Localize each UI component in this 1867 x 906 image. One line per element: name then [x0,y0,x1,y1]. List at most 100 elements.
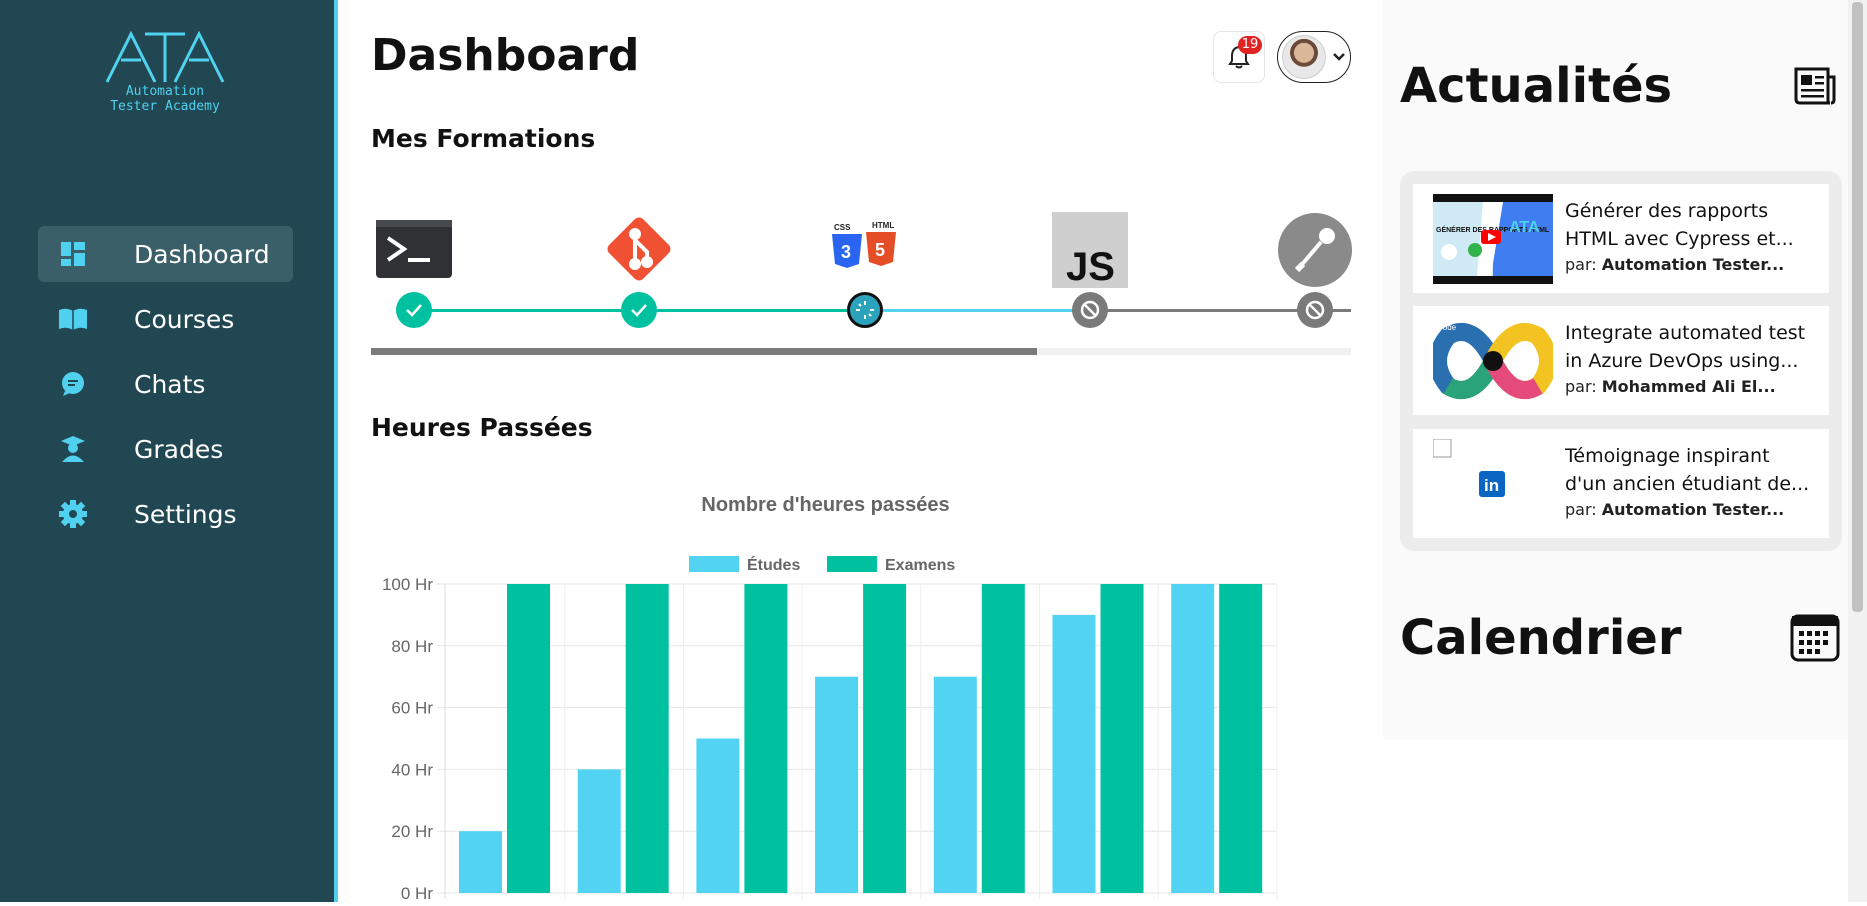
logo-line-2: Tester Academy [110,99,220,114]
hours-title: Heures Passées [371,413,593,442]
devops-loop-thumbnail: Code [1433,316,1553,406]
news-by-label: par: [1565,255,1597,274]
course-javascript[interactable]: JS [1052,212,1132,292]
blocked-icon [1080,300,1100,320]
news-title: Actualités [1400,58,1673,114]
bar-etudes [1052,614,1096,893]
chat-icon [58,369,88,399]
bar-etudes [696,738,740,893]
track-line-in-progress [865,309,1090,312]
news-item[interactable]: in Témoignage inspirant d'un ancien étud… [1413,429,1829,538]
page-title: Dashboard [371,30,640,81]
course-status-locked [1297,292,1333,328]
svg-text:3: 3 [841,242,851,262]
news-item-author: par: Automation Tester... [1565,500,1815,519]
legend-swatch [827,556,877,572]
news-item-title: Témoignage inspirant d'un ancien étudian… [1565,445,1810,495]
logo[interactable]: Automation Tester Academy [95,30,235,114]
bar-examens [507,584,550,893]
video-thumbnail: GÉNÉRER DES RAPPORTS HTML ATA [1433,194,1553,284]
thumb-text: Code [1437,323,1457,332]
sidebar-item-grades[interactable]: Grades [38,421,293,477]
news-author-name: Automation Tester... [1601,500,1785,519]
sidebar-item-label: Courses [134,304,235,334]
svg-text:CSS: CSS [834,223,851,232]
news-item-title: Générer des rapports HTML avec Cypress e… [1565,200,1794,250]
profile-menu-button[interactable] [1277,31,1351,83]
course-terminal[interactable] [376,220,456,300]
postman-icon [1278,213,1352,287]
sidebar-item-dashboard[interactable]: Dashboard [38,226,293,282]
notifications-button[interactable]: 19 [1213,31,1265,83]
bar-examens [744,584,788,893]
track-line-completed [639,309,865,312]
news-author-name: Mohammed Ali El... [1601,377,1776,396]
formations-title: Mes Formations [371,124,596,153]
page-scrollbar[interactable] [1848,0,1867,902]
sidebar-accent-bar [334,0,338,902]
formations-track: CSS HTML 3 5 JS [371,206,1352,356]
check-icon [406,304,422,317]
news-by-label: par: [1565,500,1597,519]
sidebar-item-label: Chats [134,369,206,399]
bar-etudes [815,676,859,893]
sidebar-nav: Dashboard Courses Chats Grades Settings [38,226,293,551]
y-tick-label: 0 Hr [401,884,433,902]
newspaper-icon[interactable] [1794,67,1836,105]
bar-examens [1100,584,1144,893]
course-status-locked [1072,292,1108,328]
sidebar: Automation Tester Academy Dashboard Cour… [0,0,334,902]
course-css-html[interactable]: CSS HTML 3 5 [828,220,908,300]
svg-text:5: 5 [875,240,885,260]
course-postman[interactable] [1277,212,1357,292]
legend-label: Examens [885,557,955,574]
thumb-text: in [1484,476,1499,495]
bar-etudes [1171,584,1215,893]
course-git[interactable] [602,212,682,292]
terminal-icon [376,220,452,278]
javascript-icon: JS [1052,212,1128,289]
course-status-completed [396,292,432,328]
git-icon [607,217,671,281]
y-tick-label: 40 Hr [391,760,433,779]
calendar-icon[interactable] [1790,612,1840,662]
bar-examens [981,584,1025,893]
news-item-title: Integrate automated test in Azure DevOps… [1565,322,1806,372]
y-tick-label: 20 Hr [391,822,433,841]
sidebar-item-settings[interactable]: Settings [38,486,293,542]
spinner-icon [856,301,874,319]
news-list: GÉNÉRER DES RAPPORTS HTML ATA Générer de… [1400,171,1842,551]
y-tick-label: 100 Hr [382,575,433,594]
gear-icon [58,499,88,529]
sidebar-item-label: Settings [134,499,237,529]
book-icon [58,304,88,334]
blocked-icon [1305,300,1325,320]
svg-text:ATA: ATA [1509,219,1540,236]
notification-count-badge: 19 [1238,36,1262,54]
bar-examens [1219,584,1263,893]
bar-examens [863,584,907,893]
news-by-label: par: [1565,377,1597,396]
linkedin-icon: in [1433,439,1505,497]
track-line-completed [414,309,639,312]
y-tick-label: 80 Hr [391,637,433,656]
ata-logo-icon [105,30,225,83]
bar-etudes [577,769,621,893]
chart-title: Nombre d'heures passées [701,494,949,516]
course-status-completed [621,292,657,328]
formations-progress-fill [371,348,1038,355]
legend-swatch [689,556,739,572]
hours-bar-chart: Nombre d'heures passées Études Examens 0 Hr… [382,494,1278,903]
bar-etudes [459,831,502,893]
news-item[interactable]: Code Integrate automated test in Azure D… [1413,306,1829,415]
bar-examens [625,584,669,893]
avatar [1282,35,1326,79]
dashboard-icon [58,239,88,269]
news-item-author: par: Mohammed Ali El... [1565,377,1815,396]
y-tick-label: 60 Hr [391,699,433,718]
news-item[interactable]: GÉNÉRER DES RAPPORTS HTML ATA Générer de… [1413,184,1829,293]
css-html-icon: CSS HTML 3 5 [832,221,896,268]
sidebar-item-courses[interactable]: Courses [38,291,293,347]
scrollbar-thumb[interactable] [1852,2,1863,612]
sidebar-item-chats[interactable]: Chats [38,356,293,412]
